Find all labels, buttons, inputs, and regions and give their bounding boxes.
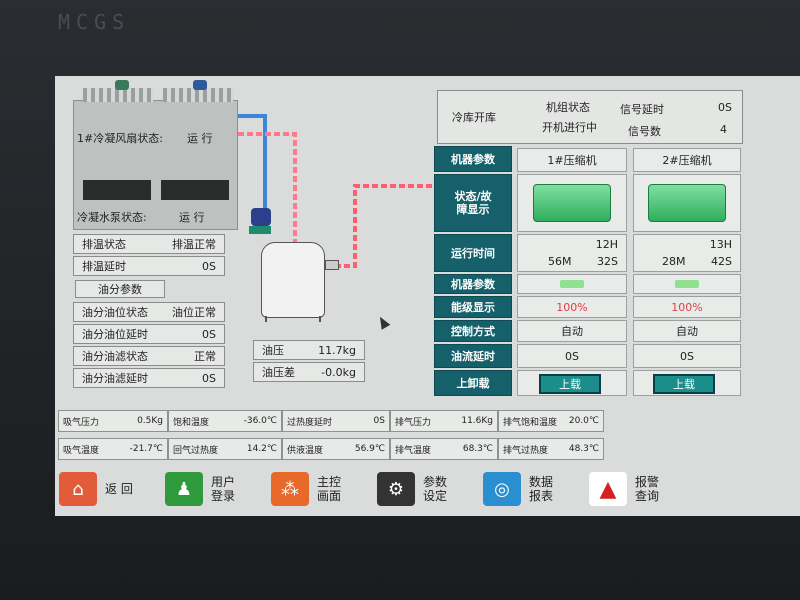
suction-pressure: 吸气压力 0.5Kg [58,410,168,432]
discharge-status-label: 排温状态 [82,238,126,251]
saturation-temp: 饱和温度 -36.0℃ [168,410,282,432]
superheat-delay: 过热度延时 0S [282,410,390,432]
nav-params-button[interactable]: ⚙ 参数 设定 [377,469,477,509]
compressor-2-capacity: 100% [633,296,741,318]
pump-icon [251,208,271,226]
compressor-2-status-indicator [633,274,741,294]
compressor-1-header: 1#压缩机 [517,148,627,172]
oil-level-delay-row: 油分油位延时 0S [73,324,225,344]
signal-delay-value: 0S [718,101,732,114]
nav-alarm-button[interactable]: ▲ 报警 查询 [589,469,689,509]
warning-icon: ▲ [589,472,627,506]
discharge-delay-value: 0S [202,259,216,273]
brand-logo: MCGS [58,10,131,34]
row-label-control-mode: 控制方式 [434,320,512,342]
storage-mode: 冷库开库 [452,111,496,124]
status-light-icon [675,280,699,288]
status-light-icon [560,280,584,288]
oil-params-title: 油分参数 [75,280,165,298]
nav-login-button[interactable]: ♟ 用户 登录 [165,469,265,509]
compressor-1-oil-flow-delay: 0S [517,344,627,368]
compressor-1-status-indicator [517,274,627,294]
nav-back-button[interactable]: ⌂ 返 回 [59,469,159,509]
nav-main-control-button[interactable]: ⁂ 主控 画面 [271,469,371,509]
discharge-temp: 排气温度 68.3℃ [390,438,498,460]
tank-outlet [325,260,339,270]
discharge-delay-row: 排温延时 0S [73,256,225,276]
discharge-superheat: 排气过热度 48.3℃ [498,438,604,460]
compressor-2-control-mode: 自动 [633,320,741,342]
compressor-1-runtime: 12H 56M 32S [517,234,627,272]
unit-status-value: 开机进行中 [542,121,597,134]
compressor-1-image-cell [517,174,627,232]
hmi-screen: 1#冷凝风扇状态: 运 行 冷凝水泵状态: 运 行 排温状态 排温正常 排温延时… [55,76,800,516]
discharge-delay-label: 排温延时 [82,260,126,273]
compressor-2-load-button[interactable]: 上载 [653,374,715,394]
unit-status-label: 机组状态 [546,101,590,114]
compressor-1-icon [533,184,611,222]
compressor-2-oil-flow-delay: 0S [633,344,741,368]
liquid-supply-temp: 供液温度 56.9℃ [282,438,390,460]
row-label-load-unload: 上卸载 [434,370,512,396]
oil-filter-delay-row: 油分油滤延时 0S [73,368,225,388]
row-label-machine-params-2: 机器参数 [434,274,512,294]
discharge-status-value: 排温正常 [172,238,216,251]
discharge-status-row: 排温状态 排温正常 [73,234,225,254]
row-label-machine-params: 机器参数 [434,146,512,172]
gear-icon: ⚙ [377,472,415,506]
status-bar-row-1: 吸气压力 0.5Kg 饱和温度 -36.0℃ 过热度延时 0S 排气压力 11.6Kg … [58,410,608,432]
compressor-2-icon [648,184,726,222]
return-superheat: 回气过热度 14.2℃ [168,438,282,460]
compressor-2-image-cell [633,174,741,232]
suction-temp: 吸气温度 -21.7℃ [58,438,168,460]
compressor-1-control-mode: 自动 [517,320,627,342]
valve-icon [249,226,271,234]
oil-pressure-diff-row: 油压差 -0.0kg [253,362,365,382]
row-label-capacity: 能级显示 [434,296,512,318]
row-label-status-fault: 状态/故障显示 [434,174,512,232]
row-label-run-time: 运行时间 [434,234,512,272]
compressor-2-runtime: 13H 28M 42S [633,234,741,272]
compressor-1-load-button[interactable]: 上载 [539,374,601,394]
tank-support [265,316,321,322]
signal-count-value: 4 [720,123,727,136]
nav-report-button[interactable]: ◎ 数据 报表 [483,469,583,509]
signal-count-label: 信号数 [628,125,661,138]
oil-separator-tank [261,242,325,318]
discharge-saturation-temp: 排气饱和温度 20.0℃ [498,410,604,432]
user-book-icon: ♟ [165,472,203,506]
unit-status-panel: 冷库开库 机组状态 开机进行中 信号延时 0S 信号数 4 [437,90,743,144]
status-bar-row-2: 吸气温度 -21.7℃ 回气过热度 14.2℃ 供液温度 56.9℃ 排气温度 68.3… [58,438,608,460]
oil-level-status-row: 油分油位状态 油位正常 [73,302,225,322]
oil-pressure-row: 油压 11.7kg [253,340,365,360]
globe-icon: ◎ [483,472,521,506]
signal-delay-label: 信号延时 [620,103,664,116]
network-icon: ⁂ [271,472,309,506]
compressor-1-capacity: 100% [517,296,627,318]
home-icon: ⌂ [59,472,97,506]
discharge-pressure: 排气压力 11.6Kg [390,410,498,432]
compressor-2-header: 2#压缩机 [633,148,741,172]
oil-filter-status-row: 油分油滤状态 正常 [73,346,225,366]
row-label-oil-flow-delay: 油流延时 [434,344,512,368]
